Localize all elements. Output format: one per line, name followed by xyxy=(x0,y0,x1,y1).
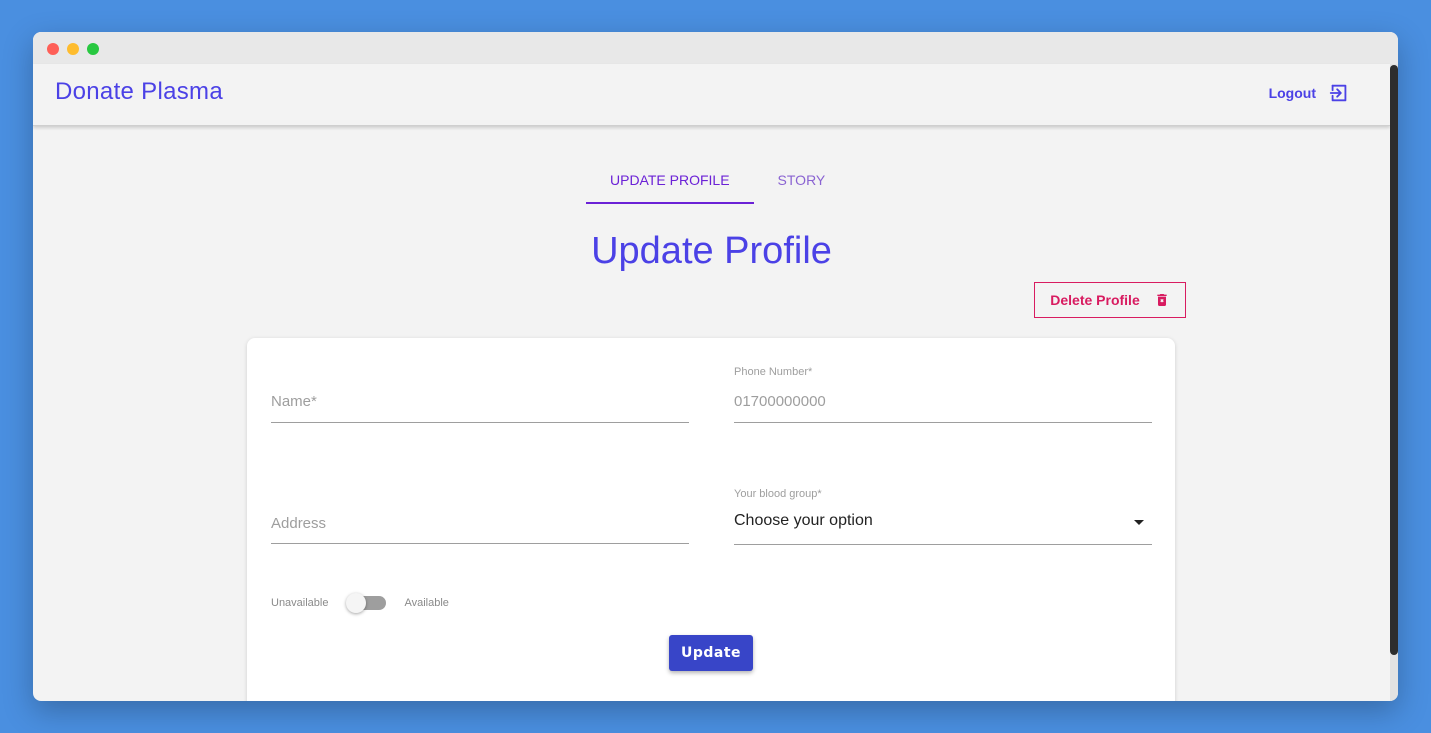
top-navbar: Donate Plasma Logout xyxy=(33,64,1390,126)
chevron-down-icon xyxy=(1134,520,1144,525)
minimize-window-button[interactable] xyxy=(67,43,79,55)
tab-story[interactable]: STORY xyxy=(754,162,850,204)
phone-underline xyxy=(734,422,1152,423)
logout-label: Logout xyxy=(1268,85,1316,101)
logout-button[interactable]: Logout xyxy=(1269,82,1350,104)
update-button[interactable]: Update xyxy=(669,635,753,671)
blood-group-underline xyxy=(734,544,1152,545)
address-input[interactable] xyxy=(271,512,689,534)
trash-icon xyxy=(1157,294,1167,306)
phone-input[interactable] xyxy=(734,390,1152,412)
name-field xyxy=(271,378,689,424)
blood-group-select[interactable]: Your blood group* Choose your option xyxy=(734,486,1152,546)
available-label: Available xyxy=(404,597,449,609)
logout-icon xyxy=(1329,84,1347,102)
tab-update-profile[interactable]: UPDATE PROFILE xyxy=(586,162,754,204)
availability-switch-row: Unavailable Available xyxy=(271,593,449,613)
availability-toggle[interactable] xyxy=(346,593,387,613)
tab-bar: UPDATE PROFILE STORY xyxy=(586,162,849,204)
maximize-window-button[interactable] xyxy=(87,43,99,55)
phone-field: Phone Number* xyxy=(734,364,1152,424)
address-underline xyxy=(271,543,689,544)
unavailable-label: Unavailable xyxy=(271,597,329,609)
profile-form-card: Phone Number* Your blood group* Choose y… xyxy=(247,338,1175,701)
delete-profile-label: Delete Profile xyxy=(1050,292,1140,308)
name-input[interactable] xyxy=(271,390,689,412)
scrollbar-thumb[interactable] xyxy=(1390,65,1398,655)
close-window-button[interactable] xyxy=(47,43,59,55)
toggle-knob xyxy=(346,593,367,613)
brand-logo[interactable]: Donate Plasma xyxy=(55,78,223,106)
window-titlebar xyxy=(33,32,1398,64)
browser-window: Donate Plasma Logout UPDATE PROFILE STOR… xyxy=(33,32,1398,701)
page-title: Update Profile xyxy=(591,230,832,272)
delete-profile-button[interactable]: Delete Profile xyxy=(1034,282,1186,318)
name-underline xyxy=(271,422,689,423)
address-field xyxy=(271,500,689,546)
phone-label: Phone Number* xyxy=(734,366,813,378)
blood-group-label: Your blood group* xyxy=(734,488,822,500)
blood-group-value: Choose your option xyxy=(734,512,873,529)
